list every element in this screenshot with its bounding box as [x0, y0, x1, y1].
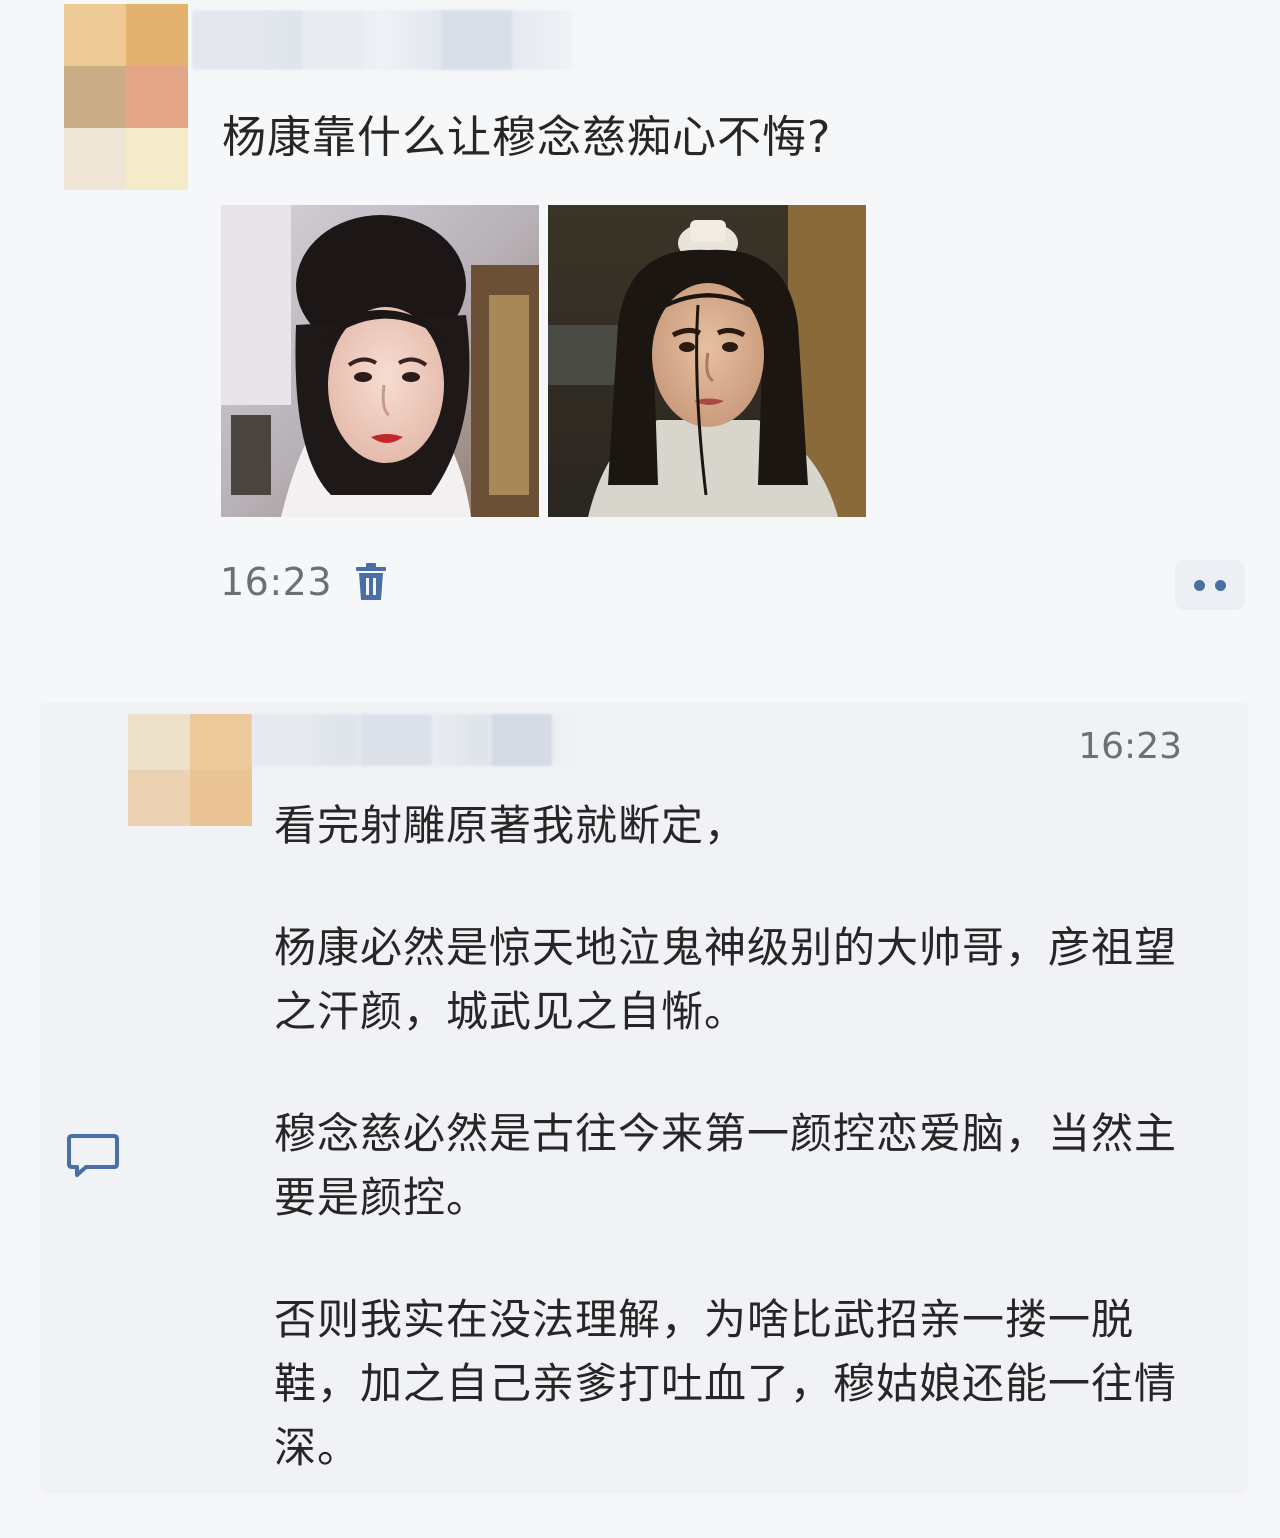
- post-title: 杨康靠什么让穆念慈痴心不悔?: [222, 112, 832, 163]
- post-avatar[interactable]: [64, 4, 188, 190]
- comment-author-name-blurred[interactable]: [252, 714, 572, 766]
- comment-paragraph: 看完射雕原著我就断定，: [274, 801, 748, 850]
- more-dots-icon: [1215, 579, 1226, 591]
- woman-portrait-image: [221, 205, 539, 517]
- post-timestamp: 16:23: [220, 560, 333, 604]
- comment-paragraph: 杨康必然是惊天地泣鬼神级别的大帅哥，彦祖望之汗颜，城武见之自惭。: [274, 923, 1178, 1036]
- man-portrait-image: [548, 205, 866, 517]
- comment-card: 16:23 看完射雕原著我就断定， 杨康必然是惊天地泣鬼神级别的大帅哥，彦祖望之…: [40, 702, 1248, 1494]
- more-dots-icon: [1194, 579, 1205, 591]
- comment-text: 看完射雕原著我就断定， 杨康必然是惊天地泣鬼神级别的大帅哥，彦祖望之汗颜，城武见…: [274, 794, 1194, 1538]
- comment-paragraph: 穆念慈必然是古往今来第一颜控恋爱脑，当然主要是颜控。: [274, 1109, 1178, 1222]
- more-options-button[interactable]: [1175, 560, 1245, 610]
- post-photo-woman[interactable]: [221, 205, 539, 517]
- comment-avatar[interactable]: [128, 714, 252, 826]
- trash-icon[interactable]: [354, 562, 388, 602]
- post-meta: 16:23: [220, 560, 388, 604]
- comment-paragraph: 否则我实在没法理解，为啥比武招亲一搂一脱鞋，加之自己亲爹打吐血了，穆姑娘还能一往…: [274, 1295, 1178, 1472]
- chat-bubble-icon[interactable]: [66, 1132, 120, 1178]
- post-author-name-blurred[interactable]: [192, 10, 572, 70]
- post-photo-man[interactable]: [548, 205, 866, 517]
- comment-timestamp: 16:23: [1078, 726, 1182, 767]
- post: 杨康靠什么让穆念慈痴心不悔? 16:23: [0, 0, 1280, 660]
